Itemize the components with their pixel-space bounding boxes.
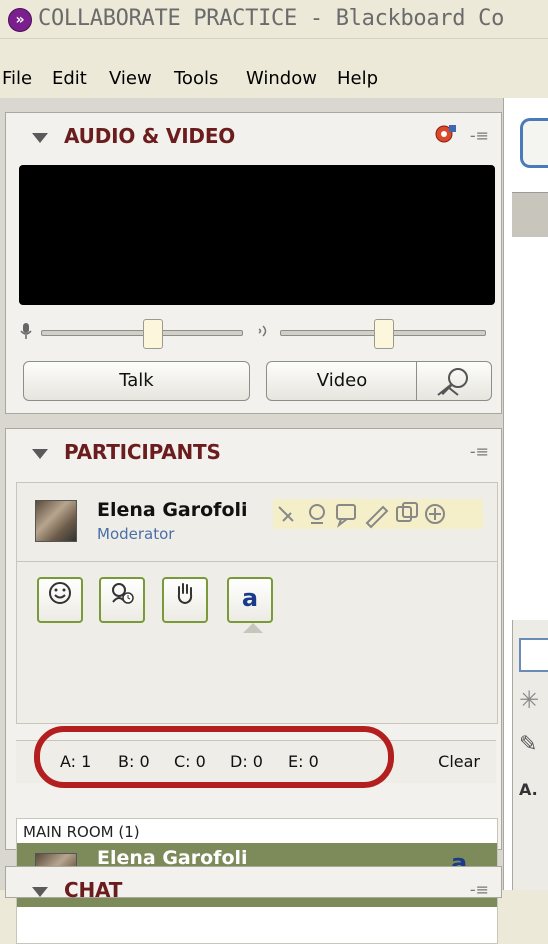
whiteboard-tools: ✳ ✎ A. xyxy=(512,620,548,890)
microphone-slider[interactable] xyxy=(19,319,249,349)
collapse-triangle-icon[interactable] xyxy=(32,449,48,459)
text-tool-icon[interactable]: A. xyxy=(519,780,548,810)
presenter-icon xyxy=(278,506,294,522)
user-role: Moderator xyxy=(97,525,175,543)
menu-bar: File Edit View Tools Window Help xyxy=(0,62,548,94)
video-button[interactable]: Video xyxy=(266,361,417,401)
microphone-slider-thumb[interactable] xyxy=(143,319,163,349)
polling-answer-button[interactable]: a xyxy=(227,577,273,623)
raise-hand-button[interactable] xyxy=(162,577,208,623)
spotlight-tool-icon[interactable]: ✳ xyxy=(519,686,548,716)
video-preview-icon xyxy=(437,368,468,396)
audio-video-header[interactable]: AUDIO & VIDEO -≡ xyxy=(6,113,501,161)
emoticon-button[interactable] xyxy=(37,577,83,623)
window-titlebar: » COLLABORATE PRACTICE - Blackboard Co xyxy=(0,0,548,39)
video-display xyxy=(19,165,495,305)
app-icon: » xyxy=(8,8,32,32)
highlight-oval xyxy=(34,726,394,788)
select-tool-icon[interactable] xyxy=(519,638,548,672)
user-name: Elena Garofoli xyxy=(97,499,248,521)
microphone-icon xyxy=(19,322,33,340)
collapse-triangle-icon[interactable] xyxy=(32,133,48,143)
participants-header[interactable]: PARTICIPANTS -≡ xyxy=(6,429,501,477)
chat-panel: CHAT -≡ xyxy=(5,866,502,902)
smiley-icon xyxy=(49,582,71,604)
video-preview-button[interactable] xyxy=(416,361,492,401)
whiteboard-area: ✳ ✎ A. xyxy=(503,98,548,890)
audio-video-title: AUDIO & VIDEO xyxy=(64,124,236,148)
step-away-button[interactable] xyxy=(99,577,145,623)
permission-icons xyxy=(273,499,483,529)
menu-help[interactable]: Help xyxy=(337,68,378,89)
toolbar-tab[interactable] xyxy=(520,118,548,168)
menu-file[interactable]: File xyxy=(2,68,32,89)
talk-button[interactable]: Talk xyxy=(23,361,250,401)
avatar xyxy=(35,500,77,542)
toolbar-strip xyxy=(512,192,548,237)
panel-menu-icon[interactable]: -≡ xyxy=(470,442,489,461)
chat-title: CHAT xyxy=(64,878,123,902)
hand-icon xyxy=(177,583,193,605)
audio-video-panel: AUDIO & VIDEO -≡ Talk Video xyxy=(5,112,502,414)
pointer-caret xyxy=(243,623,263,633)
participants-title: PARTICIPANTS xyxy=(64,440,221,464)
speaker-slider-thumb[interactable] xyxy=(374,319,394,349)
gear-icon[interactable] xyxy=(431,121,457,147)
away-clock-icon xyxy=(112,583,134,604)
collapse-triangle-icon[interactable] xyxy=(32,887,48,897)
speaker-icon xyxy=(256,323,274,339)
main-room-label: MAIN ROOM (1) xyxy=(23,823,140,841)
speaker-slider[interactable] xyxy=(256,319,486,349)
menu-window[interactable]: Window xyxy=(246,68,317,89)
chat-header[interactable]: CHAT -≡ xyxy=(6,867,501,915)
pencil-tool-icon[interactable]: ✎ xyxy=(519,732,548,762)
clear-poll-button[interactable]: Clear xyxy=(438,752,480,771)
panel-menu-icon[interactable]: -≡ xyxy=(470,126,489,145)
menu-tools[interactable]: Tools xyxy=(174,68,218,89)
menu-view[interactable]: View xyxy=(109,68,152,89)
menu-edit[interactable]: Edit xyxy=(52,68,87,89)
window-title: COLLABORATE PRACTICE - Blackboard Co xyxy=(38,6,505,31)
current-user-card: Elena Garofoli Moderator a xyxy=(16,482,498,724)
